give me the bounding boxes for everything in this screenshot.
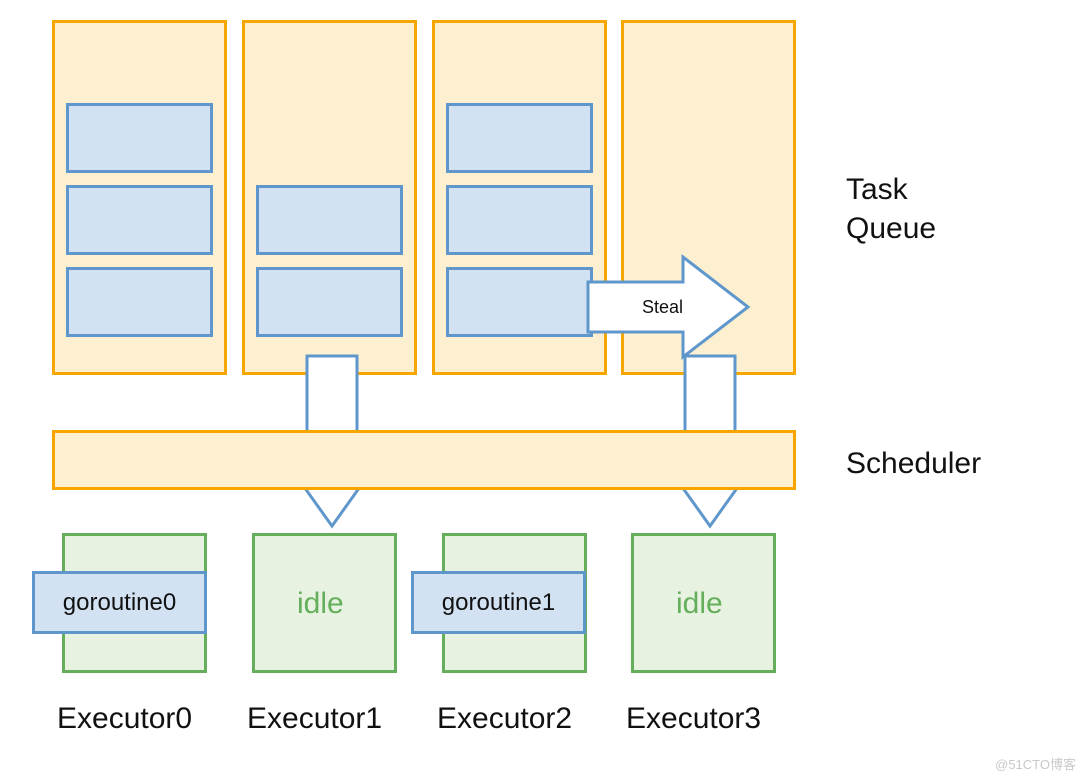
task-q2-0: [446, 103, 593, 173]
scheduler-side-label: Scheduler: [846, 444, 981, 483]
executor-0-state: goroutine0: [63, 589, 176, 617]
executor-0-label: Executor0: [57, 702, 192, 736]
executor-3-state: idle: [676, 587, 723, 621]
executor-2-label: Executor2: [437, 702, 572, 736]
task-q0-2: [66, 267, 213, 337]
diagram-root: Steal idle idle goroutine0 goroutine1 Ex…: [0, 0, 1080, 775]
task-q2-2: [446, 267, 593, 337]
executor-2-goroutine: goroutine1: [411, 571, 586, 634]
task-q0-1: [66, 185, 213, 255]
executor-1-state: idle: [297, 587, 344, 621]
watermark-text: @51CTO博客: [995, 754, 1076, 773]
scheduler-bar: [52, 430, 796, 490]
task-q0-0: [66, 103, 213, 173]
executor-2-state: goroutine1: [442, 589, 555, 617]
executor-3-label: Executor3: [626, 702, 761, 736]
task-q1-0: [256, 185, 403, 255]
executor-0-goroutine: goroutine0: [32, 571, 207, 634]
task-queue-side-label-l1: Task: [846, 173, 908, 206]
executor-1-label: Executor1: [247, 702, 382, 736]
task-queue-side-label: Task Queue: [846, 170, 936, 248]
task-q2-1: [446, 185, 593, 255]
steal-label: Steal: [642, 297, 683, 318]
task-q1-1: [256, 267, 403, 337]
task-queue-side-label-l2: Queue: [846, 212, 936, 245]
